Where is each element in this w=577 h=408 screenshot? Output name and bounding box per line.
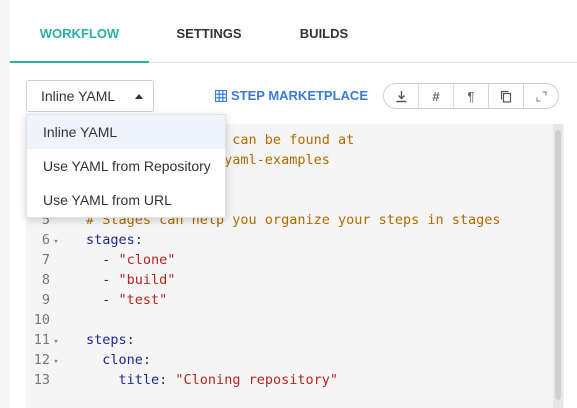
tab-builds[interactable]: BUILDS	[269, 0, 379, 62]
code-line: 9 - "test"	[26, 290, 167, 310]
line-numbers-button[interactable]: #	[419, 84, 454, 108]
code-token-str: "build"	[118, 272, 176, 288]
step-marketplace-label: STEP MARKETPLACE	[231, 88, 368, 103]
code-line: 12 ▾ clone:	[26, 350, 151, 372]
code-line: 10	[26, 310, 62, 330]
code-token-key: stages	[86, 232, 135, 248]
fold-arrow-icon[interactable]: ▾	[50, 352, 62, 372]
pilcrow-icon: ¶	[467, 88, 475, 104]
line-number: 12	[33, 352, 50, 368]
option-yaml-from-repository[interactable]: Use YAML from Repository	[27, 149, 225, 183]
code-token-key: steps	[86, 332, 127, 348]
copy-icon	[500, 90, 512, 103]
line-number: 7	[41, 252, 50, 268]
code-token-plain: -	[86, 292, 119, 308]
expand-button[interactable]	[524, 84, 558, 108]
code-content: - "build"	[86, 270, 175, 290]
code-token-plain: :	[142, 352, 152, 368]
yaml-source-select[interactable]: Inline YAML	[26, 80, 154, 112]
copy-button[interactable]	[489, 84, 524, 108]
code-token-plain: -	[86, 252, 119, 268]
code-token-str: "test"	[118, 292, 168, 308]
yaml-source-dropdown: Inline YAML Use YAML from Repository Use…	[26, 114, 226, 218]
code-token-str: "Cloning repository"	[175, 372, 338, 388]
code-token-str: "clone"	[118, 252, 176, 268]
code-content: steps:	[86, 330, 135, 350]
option-inline-yaml[interactable]: Inline YAML	[27, 115, 225, 149]
code-token-plain: :	[159, 372, 176, 388]
code-token-key: title	[118, 372, 160, 388]
tab-workflow[interactable]: WORKFLOW	[10, 0, 149, 63]
grid-icon	[214, 89, 228, 103]
left-sidebar-strip	[0, 0, 10, 408]
expand-icon	[536, 91, 546, 101]
fold-arrow-icon[interactable]: ▾	[50, 232, 62, 252]
code-line: 13 title: "Cloning repository"	[26, 370, 338, 390]
code-line: 6 ▾ stages:	[26, 230, 143, 252]
line-number: 10	[33, 312, 50, 328]
code-line: 11 ▾ steps:	[26, 330, 135, 352]
code-content: title: "Cloning repository"	[86, 370, 338, 390]
download-button[interactable]	[384, 84, 419, 108]
editor-scrollbar[interactable]	[553, 124, 563, 408]
code-token-key: clone	[102, 352, 143, 368]
tab-bar: WORKFLOW SETTINGS BUILDS	[10, 0, 577, 63]
line-number: 9	[41, 292, 50, 308]
code-content: - "clone"	[86, 250, 175, 270]
line-number: 8	[41, 272, 50, 288]
editor-toolbar: # ¶	[383, 83, 559, 109]
code-token-plain: :	[134, 232, 143, 248]
step-marketplace-button[interactable]: STEP MARKETPLACE	[214, 86, 368, 106]
caret-up-icon	[135, 94, 143, 99]
fold-arrow-icon[interactable]: ▾	[50, 332, 62, 352]
code-line: 7 - "clone"	[26, 250, 176, 270]
yaml-source-value: Inline YAML	[41, 88, 116, 104]
download-icon	[396, 90, 406, 102]
hash-icon: #	[432, 88, 440, 104]
code-content: stages:	[86, 230, 143, 250]
code-content: - "test"	[86, 290, 167, 310]
line-number: 13	[33, 372, 50, 388]
line-number: 6	[41, 232, 50, 248]
code-token-plain: -	[86, 272, 119, 288]
editor-scrollbar-thumb[interactable]	[555, 130, 561, 400]
tab-settings[interactable]: SETTINGS	[149, 0, 269, 62]
option-yaml-from-url[interactable]: Use YAML from URL	[27, 183, 225, 217]
code-token-plain: :	[126, 332, 135, 348]
code-content: clone:	[86, 350, 151, 370]
show-invisibles-button[interactable]: ¶	[454, 84, 489, 108]
line-number: 11	[33, 332, 50, 348]
code-line: 8 - "build"	[26, 270, 176, 290]
